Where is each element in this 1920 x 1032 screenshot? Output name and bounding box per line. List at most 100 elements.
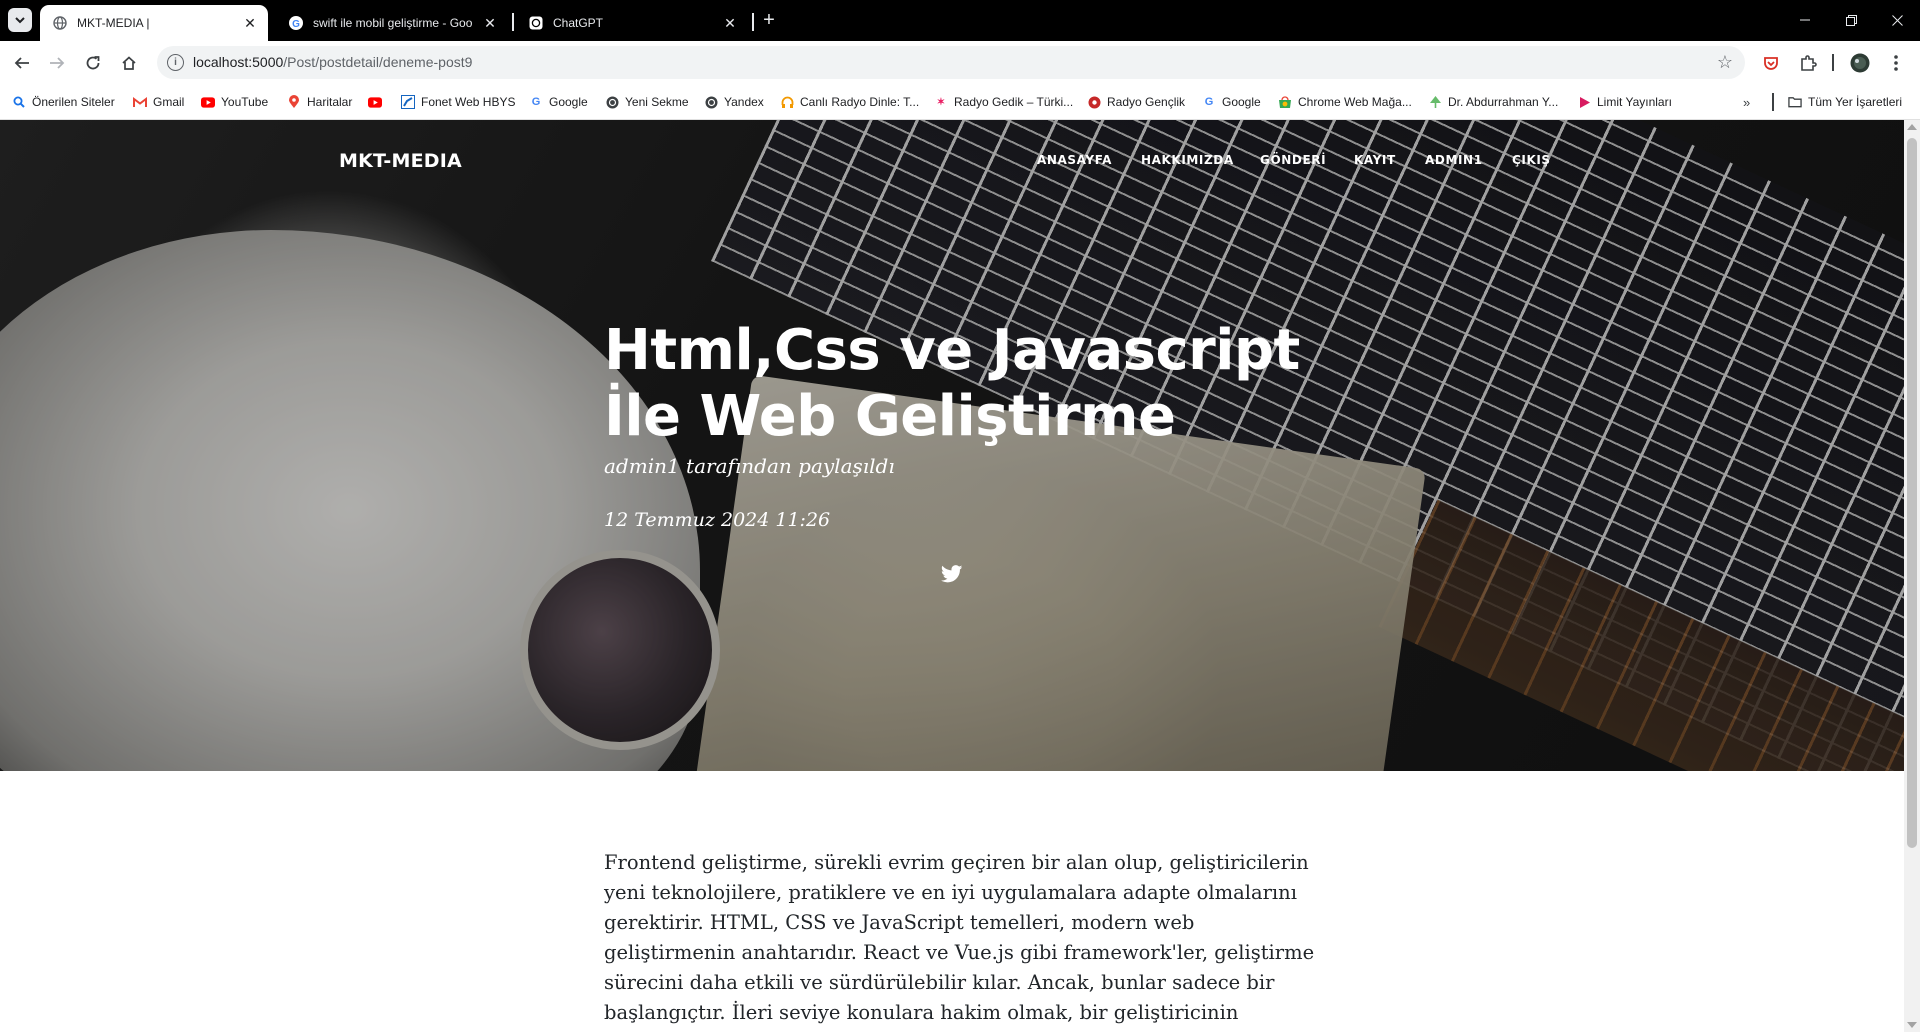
bookmark-radyo-genclik[interactable]: Radyo Gençlik [1087, 92, 1185, 112]
tab-title: ChatGPT [553, 16, 604, 30]
restore-button[interactable] [1828, 8, 1874, 32]
bookmark-label: Google [1222, 95, 1261, 109]
pocket-icon [1764, 57, 1778, 70]
gmail-icon [133, 95, 147, 109]
play-icon [1577, 95, 1591, 109]
bookmark-chrome-store[interactable]: Chrome Web Mağa... [1278, 92, 1412, 112]
tab-strip: MKT-MEDIA | ✕ G swift ile mobil geliştir… [0, 0, 1920, 41]
url-host: localhost:5000 [193, 54, 284, 70]
bookmark-star-icon[interactable]: ☆ [1717, 52, 1733, 73]
google-icon: G [1204, 96, 1214, 108]
address-bar[interactable]: i localhost:5000/Post/postdetail/deneme-… [157, 46, 1745, 79]
puzzle-icon [1801, 55, 1817, 71]
nav-kayit[interactable]: KAYIT [1354, 153, 1396, 167]
bookmark-google-2[interactable]: G Google [1202, 92, 1261, 112]
chatgpt-icon [528, 15, 544, 31]
bookmark-label: Limit Yayınları [1597, 95, 1672, 109]
url-text[interactable]: localhost:5000/Post/postdetail/deneme-po… [193, 54, 472, 70]
tab-separator [512, 13, 514, 31]
post-title-line-2: İle Web Geliştirme [604, 384, 1176, 449]
globe-icon [52, 15, 68, 31]
bookmark-yandex[interactable]: Yandex [704, 92, 764, 112]
folder-icon [1788, 95, 1802, 109]
tab-swift-search[interactable]: G swift ile mobil geliştirme - Goo ✕ [276, 5, 508, 41]
bookmark-gmail[interactable]: Gmail [133, 92, 184, 112]
close-icon[interactable]: ✕ [242, 15, 258, 31]
close-window-button[interactable] [1874, 8, 1920, 32]
nav-admin1[interactable]: ADMIN1 [1425, 153, 1483, 167]
url-path: /Post/postdetail/deneme-post9 [283, 54, 473, 70]
minimize-button[interactable] [1782, 8, 1828, 32]
bookmark-label: Chrome Web Mağa... [1298, 95, 1412, 109]
tab-chatgpt[interactable]: ChatGPT ✕ [516, 5, 748, 41]
menu-button[interactable] [1884, 51, 1908, 75]
bookmark-fonet[interactable]: Fonet Web HBYS [401, 92, 516, 112]
extensions-button[interactable] [1796, 51, 1820, 75]
globe-icon [605, 95, 619, 109]
bookmark-label: Canlı Radyo Dinle: T... [800, 95, 920, 109]
nav-anasayfa[interactable]: ANASAYFA [1037, 153, 1112, 167]
bookmark-yeni-sekme[interactable]: Yeni Sekme [605, 92, 689, 112]
post-heading: Html,Css ve Javascript İle Web Geliştirm… [604, 318, 1324, 531]
bookmark-label: Dr. Abdurrahman Y... [1448, 95, 1559, 109]
bookmark-label: Tüm Yer İşaretleri [1808, 95, 1903, 109]
post-date: 12 Temmuz 2024 11:26 [604, 509, 831, 531]
all-bookmarks-folder[interactable]: Tüm Yer İşaretleri [1788, 92, 1902, 112]
bookmark-label: Yeni Sekme [625, 95, 689, 109]
minimize-icon [1800, 19, 1810, 21]
tab-search-button[interactable] [8, 8, 32, 32]
nav-hakkimizda[interactable]: HAKKIMIZDA [1141, 153, 1234, 167]
bookmarks-overflow-button[interactable]: » [1743, 92, 1750, 112]
home-icon [122, 56, 136, 70]
page-viewport: MKT-MEDIA ANASAYFA HAKKIMIZDA GÖNDERİ KA… [0, 120, 1920, 1032]
bookmark-youtube-2[interactable] [368, 92, 388, 112]
back-arrow-icon [14, 57, 29, 69]
bookmark-label: Haritalar [307, 95, 353, 109]
twitter-share-icon[interactable] [940, 565, 963, 585]
maps-icon [287, 95, 301, 109]
site-brand-link[interactable]: MKT-MEDIA [339, 150, 462, 172]
bookmark-label: Yandex [724, 95, 764, 109]
new-tab-button[interactable]: + [758, 9, 780, 31]
bookmark-onerilen-siteler[interactable]: Önerilen Siteler [12, 92, 115, 112]
tab-mkt-media[interactable]: MKT-MEDIA | ✕ [40, 5, 268, 41]
site-info-icon[interactable]: i [167, 54, 184, 71]
post-title: Html,Css ve Javascript İle Web Geliştirm… [604, 318, 1324, 450]
bookmark-limit-yayinlari[interactable]: Limit Yayınları [1577, 92, 1672, 112]
radio-icon [1087, 95, 1101, 109]
reload-button[interactable] [80, 50, 106, 76]
avatar [1850, 53, 1870, 73]
svg-text:G: G [292, 19, 300, 30]
bookmark-canli-radyo[interactable]: Canlı Radyo Dinle: T... [780, 92, 919, 112]
chevron-down-icon [15, 17, 25, 24]
bookmarks-bar: Önerilen Siteler Gmail YouTube Haritalar… [0, 84, 1920, 120]
profile-button[interactable] [1848, 51, 1872, 75]
bookmark-label: Fonet Web HBYS [421, 95, 516, 109]
bookmark-radyo-gedik[interactable]: ✶ Radyo Gedik – Türki... [934, 92, 1073, 112]
browser-toolbar: i localhost:5000/Post/postdetail/deneme-… [0, 41, 1920, 84]
bookmark-google[interactable]: G Google [529, 92, 588, 112]
bookmark-dr-abdurrahman[interactable]: Dr. Abdurrahman Y... [1428, 92, 1558, 112]
youtube-icon [368, 95, 382, 109]
home-button[interactable] [116, 50, 142, 76]
tab-title: MKT-MEDIA | [77, 16, 150, 30]
scrollbar-thumb[interactable] [1907, 138, 1917, 848]
nav-cikis[interactable]: ÇIKIŞ [1512, 153, 1551, 167]
page-scrollbar[interactable] [1904, 120, 1920, 1032]
back-button[interactable] [9, 50, 35, 76]
post-title-line-1: Html,Css ve Javascript [604, 318, 1300, 383]
bookmark-youtube[interactable]: YouTube [201, 92, 268, 112]
scroll-up-icon[interactable] [1907, 124, 1917, 130]
post-body-paragraph: Frontend geliştirme, sürekli evrim geçir… [604, 851, 1315, 1032]
toolbar-separator [1832, 54, 1834, 71]
bookmark-haritalar[interactable]: Haritalar [287, 92, 352, 112]
close-icon[interactable]: ✕ [482, 15, 498, 31]
nav-gonderi[interactable]: GÖNDERİ [1260, 153, 1326, 167]
radio-icon: ✶ [936, 96, 946, 108]
extension-button[interactable] [1759, 51, 1783, 75]
forward-button[interactable] [44, 50, 70, 76]
close-icon[interactable]: ✕ [722, 15, 738, 31]
google-icon: G [531, 96, 541, 108]
scroll-down-icon[interactable] [1907, 1022, 1917, 1028]
post-body: Frontend geliştirme, sürekli evrim geçir… [604, 848, 1324, 1032]
